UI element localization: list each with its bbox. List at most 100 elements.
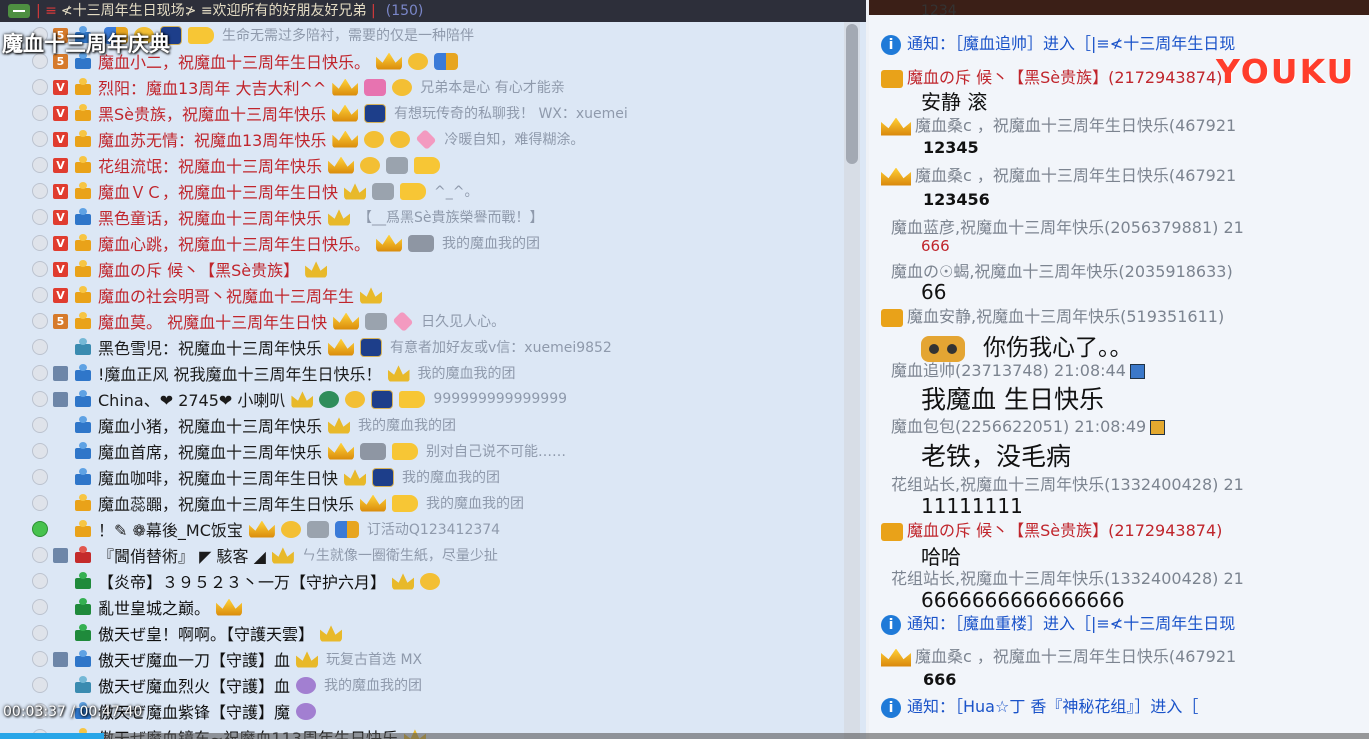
member-nick: 魔血蕊嚻，祝魔血十三周年生日快乐 <box>98 495 355 514</box>
vip-badge: V <box>53 235 68 251</box>
list-item[interactable]: V 黑色童话，祝魔血十三周年快乐 【__爲黑Sè貴族榮譽而戰！】 <box>0 204 842 230</box>
list-item[interactable]: V 魔血心跳，祝魔血十三周年生日快乐。 我的魔血我的团 <box>0 230 842 256</box>
list-item[interactable]: !魔血正风 祝我魔血十三周年生日快乐！ 我的魔血我的团 <box>0 360 842 386</box>
list-item[interactable]: 傲天ぜ魔血一刀【守護】血 玩复古首选 MX <box>0 646 842 672</box>
l-badge-icon <box>360 337 383 357</box>
medal-icon <box>364 130 385 148</box>
status-dot <box>32 209 48 225</box>
list-item[interactable]: V 魔血ＶＣ，祝魔血十三周年生日快 ^_^。 <box>0 178 842 204</box>
status-dot <box>32 443 48 459</box>
avatar <box>72 311 94 331</box>
list-item[interactable]: 魔血小猪，祝魔血十三周年快乐 我的魔血我的团 <box>0 412 842 438</box>
vip-badge: V <box>53 287 68 303</box>
avatar <box>72 571 94 591</box>
scrollbar-thumb[interactable] <box>846 24 858 164</box>
member-signature: 生命无需过多陪衬，需要的仅是一种陪伴 <box>222 28 474 44</box>
chat-message: 12345 <box>923 138 979 157</box>
chat-sender[interactable]: 魔血包包(2256622051) 21:08:49 <box>891 413 1166 437</box>
avatar <box>72 597 94 617</box>
list-item[interactable]: 魔血咖啡，祝魔血十三周年生日快 我的魔血我的团 <box>0 464 842 490</box>
key-icon <box>400 182 427 200</box>
list-item[interactable]: 傲天ぜ皇！啊啊。【守護天雲】 <box>0 620 842 646</box>
collapse-toggle-icon[interactable] <box>8 4 30 18</box>
member-signature: 有意者加好友或v信：xuemei9852 <box>390 340 612 356</box>
medal-icon <box>360 156 381 174</box>
crown-icon <box>248 520 275 538</box>
youku-logo: YOUKU <box>1216 52 1356 91</box>
avatar <box>72 675 94 695</box>
flower-icon <box>392 310 414 332</box>
chat-sender[interactable]: 魔血桑c ，祝魔血十三周年生日快乐(467921 <box>869 112 1236 136</box>
chat-sender[interactable]: 魔血の☉蝎,祝魔血十三周年快乐(2035918633) <box>891 258 1233 282</box>
list-item[interactable]: V 黑Sè贵族，祝魔血十三周年快乐 有想玩传奇的私聊我！ WX：xuemei <box>0 100 842 126</box>
chat-message: 666 <box>923 670 957 689</box>
room-welcome: ≡欢迎所有的好朋友好兄弟 <box>200 3 367 19</box>
video-progress-bar[interactable] <box>0 733 1369 739</box>
list-item[interactable]: V 花组流氓：祝魔血十三周年快乐 <box>0 152 842 178</box>
chat-sender[interactable]: 魔血桑c ，祝魔血十三周年生日快乐(467921 <box>869 162 1236 186</box>
crown-icon <box>392 573 415 590</box>
member-signature: 日久见人心。 <box>421 314 506 330</box>
member-signature: ㄣ生就像一圈衛生紙，尽量少扯 <box>301 548 498 564</box>
chat-sender[interactable]: 魔血蓝彦,祝魔血十三周年快乐(2056379881) 21 <box>891 214 1244 238</box>
crown-icon <box>328 417 351 434</box>
chat-sender[interactable]: 魔血桑c ，祝魔血十三周年生日快乐(467921 <box>869 643 1236 667</box>
list-item[interactable]: 魔血首席，祝魔血十三周年快乐 别对自己说不可能…… <box>0 438 842 464</box>
avatar <box>72 103 94 123</box>
divider-icon: | <box>371 3 376 19</box>
vip-badge: V <box>53 183 68 199</box>
status-dot <box>32 287 48 303</box>
member-signature: 我的魔血我的团 <box>426 496 525 512</box>
member-nick: 黑色雪児：祝魔血十三周年快乐 <box>98 339 323 358</box>
member-nick: 【炎帝】３９５２３丶一万【守护六月】 <box>98 573 387 592</box>
status-dot <box>32 131 48 147</box>
avatar <box>72 337 94 357</box>
list-item[interactable]: 【炎帝】３９５２３丶一万【守护六月】 <box>0 568 842 594</box>
member-nick: 魔血咖啡，祝魔血十三周年生日快 <box>98 469 339 488</box>
member-nick: 魔血ＶＣ，祝魔血十三周年生日快 <box>98 183 339 202</box>
avatar <box>881 69 903 88</box>
image-icon[interactable] <box>1150 420 1166 435</box>
list-item[interactable]: 魔血蕊嚻，祝魔血十三周年生日快乐 我的魔血我的团 <box>0 490 842 516</box>
chat-panel: 1234 i 通知：［魔血追帅］进入［|≡≮十三周年生日现 魔血の斥 候丶【黑Sè… <box>869 0 1369 739</box>
member-list-scrollbar[interactable] <box>844 22 860 739</box>
list-item[interactable]: ！✎ ❁幕後_MC饭宝 订活动Q123412374 <box>0 516 842 542</box>
list-item[interactable]: 傲天ぜ魔血烈火【守護】血 我的魔血我的团 <box>0 672 842 698</box>
info-icon: i <box>881 697 901 718</box>
chat-sender[interactable]: 花组站长,祝魔血十三周年快乐(1332400428) 21 <box>891 471 1244 495</box>
mail-icon <box>408 234 435 252</box>
status-dot <box>32 495 48 511</box>
chat-sender[interactable]: 魔血の斥 候丶【黑Sè贵族】(2172943874) <box>869 64 1222 88</box>
image-icon[interactable] <box>1129 364 1145 379</box>
chat-sender[interactable]: 魔血追帅(23713748) 21:08:44 <box>891 357 1145 381</box>
chat-sender[interactable]: 花组站长,祝魔血十三周年快乐(1332400428) 21 <box>891 565 1244 589</box>
vip-badge: V <box>53 209 68 225</box>
house-icon <box>306 520 329 538</box>
list-item[interactable]: V 魔血の斥 候丶【黑Sè贵族】 <box>0 256 842 282</box>
member-signature: 玩复古首选 MX <box>326 652 423 668</box>
chat-message: 666 <box>921 237 950 255</box>
list-item[interactable]: 『閪俏替術』 ◤ 駭客 ◢ ㄣ生就像一圈衛生紙，尽量少扯 <box>0 542 842 568</box>
crown-icon <box>881 117 911 136</box>
list-item[interactable]: 亂世皇城之巅。 <box>0 594 842 620</box>
mail-icon <box>360 442 387 460</box>
guard-icon <box>319 390 340 408</box>
status-dot <box>32 313 48 329</box>
status-dot <box>32 677 48 693</box>
member-badge <box>53 365 68 381</box>
crown-icon <box>332 78 359 96</box>
chat-message: 6666666666666666 <box>921 588 1125 612</box>
system-notice: i 通知：［魔血追帅］进入［|≡≮十三周年生日现 <box>869 30 1235 55</box>
list-item[interactable]: 5 魔血莫。 祝魔血十三周年生日快 日久见人心。 <box>0 308 842 334</box>
avatar <box>72 129 94 149</box>
status-dot <box>32 365 48 381</box>
chat-sender[interactable]: 魔血安静,祝魔血十三周年快乐(519351611) <box>869 303 1224 327</box>
list-item[interactable]: 黑色雪児：祝魔血十三周年快乐 有意者加好友或v信：xuemei9852 <box>0 334 842 360</box>
list-item[interactable]: V 烈阳：魔血13周年 大吉大利^^ 兄弟本是心 有心才能亲 <box>0 74 842 100</box>
status-dot <box>32 547 48 563</box>
chat-sender[interactable]: 魔血の斥 候丶【黑Sè贵族】(2172943874) <box>869 517 1222 541</box>
member-nick: 傲天ぜ魔血一刀【守護】血 <box>98 651 291 670</box>
list-item[interactable]: China、❤ 2745❤ 小喇叭 999999999999999 <box>0 386 842 412</box>
list-item[interactable]: V 魔血苏无情：祝魔血13周年快乐 冷暖自知，难得糊涂。 <box>0 126 842 152</box>
list-item[interactable]: V 魔血の社会明哥丶祝魔血十三周年生 <box>0 282 842 308</box>
